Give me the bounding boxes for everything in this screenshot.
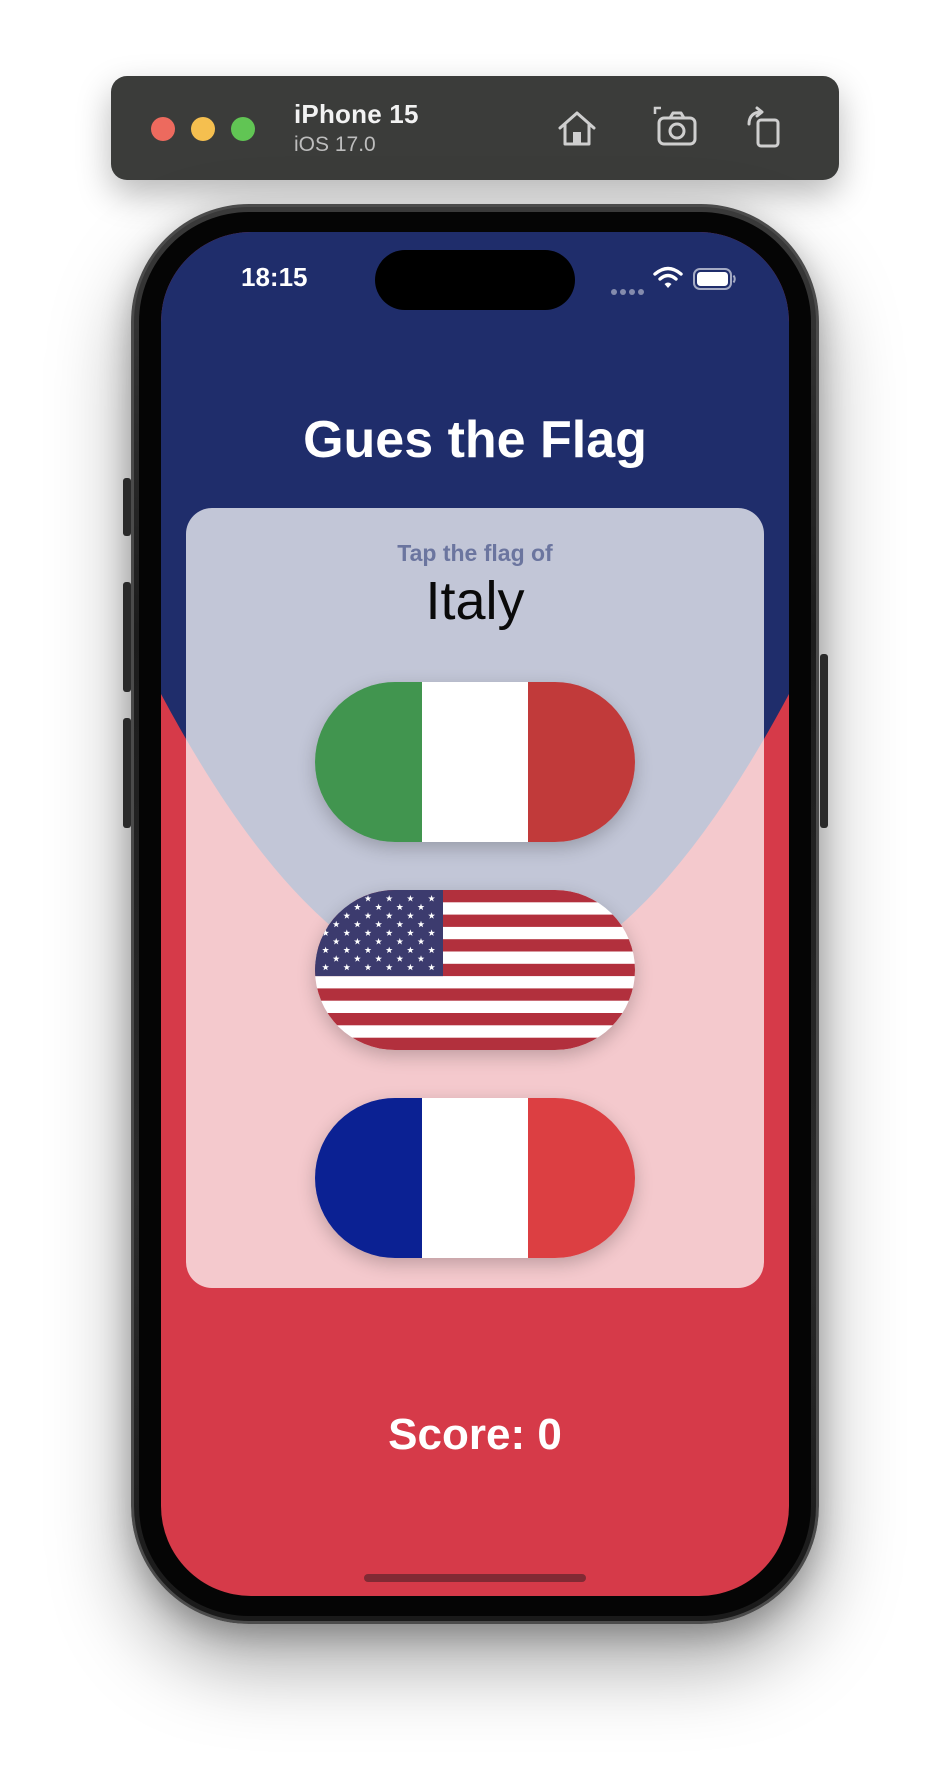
flag-button-usa[interactable] xyxy=(315,890,635,1050)
flag-button-italy[interactable] xyxy=(315,682,635,842)
target-country: Italy xyxy=(425,571,525,631)
score-label: Score: 0 xyxy=(388,1410,562,1459)
usa-flag-image xyxy=(315,890,635,1050)
minimize-window-button[interactable] xyxy=(191,117,215,141)
battery-icon xyxy=(693,268,736,290)
screenshot-icon[interactable] xyxy=(653,104,701,152)
star-icon xyxy=(332,903,340,911)
status-time: 18:15 xyxy=(241,262,308,292)
device-name: iPhone 15 xyxy=(294,99,419,129)
dynamic-island xyxy=(375,250,575,310)
action-button[interactable] xyxy=(123,478,131,536)
app-title: Gues the Flag xyxy=(303,411,647,469)
star-icon xyxy=(343,895,351,902)
volume-down-button[interactable] xyxy=(123,718,131,828)
phone-screen: 18:15 Gues the Flag Tap the flag of Ital… xyxy=(161,232,789,1596)
close-window-button[interactable] xyxy=(151,117,175,141)
prompt-text: Tap the flag of xyxy=(397,540,553,566)
home-icon[interactable] xyxy=(553,104,601,152)
star-icon xyxy=(322,895,330,902)
home-indicator[interactable] xyxy=(364,1574,586,1582)
power-button[interactable] xyxy=(820,654,828,828)
device-os-version: iOS 17.0 xyxy=(294,133,376,156)
star-icon xyxy=(322,912,330,919)
volume-up-button[interactable] xyxy=(123,582,131,692)
wifi-icon xyxy=(653,266,683,288)
rotate-icon[interactable] xyxy=(741,104,789,152)
simulator-toolbar: iPhone 15 iOS 17.0 xyxy=(111,76,839,180)
zoom-window-button[interactable] xyxy=(231,117,255,141)
cellular-dots-icon xyxy=(611,282,647,300)
flag-button-france[interactable] xyxy=(315,1098,635,1258)
question-card: Tap the flag of Italy xyxy=(186,508,764,1288)
